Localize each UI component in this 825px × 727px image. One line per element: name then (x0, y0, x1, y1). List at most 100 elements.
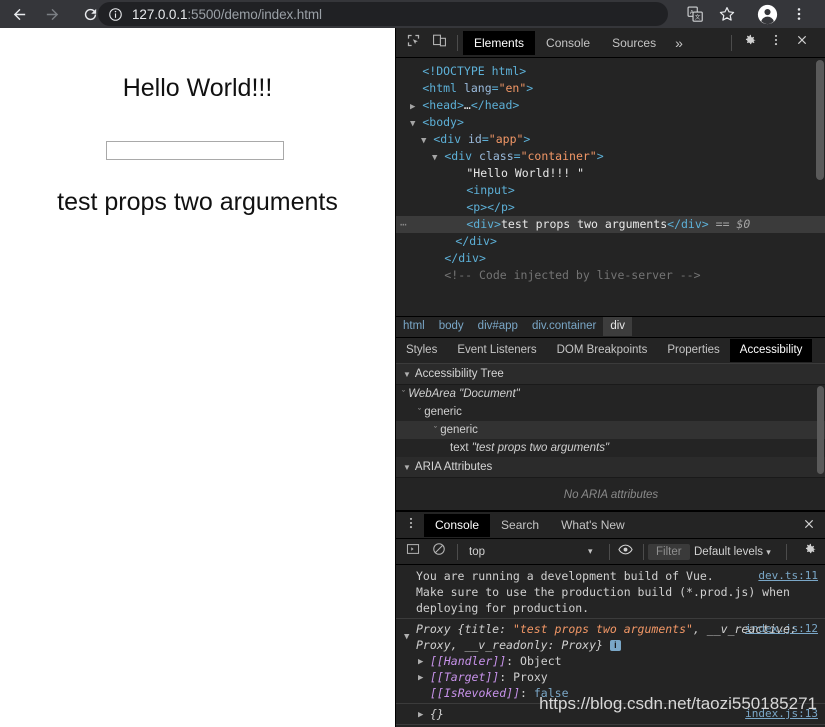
drawer-tab-search[interactable]: Search (490, 514, 550, 537)
info-badge-icon[interactable]: i (609, 640, 621, 651)
devtools-close-button[interactable] (789, 30, 815, 56)
console-divider-1 (457, 543, 458, 560)
triangle-right-icon[interactable]: ▶ (418, 654, 423, 670)
chevron-down-icon[interactable]: ▾ (588, 546, 593, 557)
chrome-menu-icon[interactable] (787, 2, 811, 26)
console-settings-button[interactable] (796, 539, 822, 565)
device-toolbar-icon (432, 33, 447, 53)
accessibility-node[interactable]: ˇ generic (396, 421, 825, 439)
console-object-property[interactable]: [[IsRevoked]]: false (416, 685, 825, 701)
dom-node[interactable]: ▼ <div class="container"> (396, 148, 825, 165)
console-levels-selector[interactable]: Default levels ▾ (694, 546, 771, 558)
dom-node[interactable]: ▶ <input> (396, 182, 825, 199)
dom-node[interactable]: ▶ <!DOCTYPE html> (396, 63, 825, 80)
console-divider-2 (609, 543, 610, 560)
triangle-down-icon[interactable]: ▼ (432, 153, 437, 163)
sidebar-tab-event-listeners[interactable]: Event Listeners (447, 339, 546, 362)
triangle-right-icon[interactable]: ▶ (418, 707, 423, 723)
dom-node[interactable]: ▼ <body> (396, 114, 825, 131)
triangle-down-icon[interactable]: ▼ (421, 136, 426, 146)
close-icon (795, 33, 809, 52)
console-object-property[interactable]: ▶ [[Target]]: Proxy (416, 669, 825, 685)
aria-attributes-header[interactable]: ▼ ARIA Attributes (396, 457, 825, 478)
dom-node[interactable]: ▶ </div> (396, 250, 825, 267)
dom-node[interactable]: ▶ </div> (396, 233, 825, 250)
console-source-link[interactable]: dev.ts:11 (758, 568, 818, 584)
drawer-more-button[interactable] (398, 512, 424, 538)
drawer-tab-whats-new[interactable]: What's New (550, 514, 636, 537)
breadcrumb-item-0[interactable]: html (396, 317, 432, 336)
breadcrumb-item-3[interactable]: div.container (525, 317, 603, 336)
dom-node[interactable]: ▶ <head>…</head> (396, 97, 825, 114)
triangle-right-icon[interactable]: ▶ (418, 670, 423, 686)
translate-icon[interactable]: A 文 (683, 2, 707, 26)
devtools-tab-sources[interactable]: Sources (601, 31, 667, 55)
dom-tree-scrollbar[interactable] (816, 60, 824, 180)
dom-tree[interactable]: ▶ <!DOCTYPE html>▶ <html lang="en">▶ <he… (396, 59, 825, 314)
console-object-property[interactable]: ▶ [[Handler]]: Object (416, 653, 825, 669)
console-message[interactable]: dev.ts:11 You are running a development b… (396, 566, 825, 619)
devtools-more-button[interactable] (763, 30, 789, 56)
page-heading: Hello World!!! (122, 74, 273, 102)
page-text-input[interactable] (106, 141, 284, 160)
inspect-element-button[interactable] (400, 30, 426, 56)
more-tabs-button[interactable]: » (667, 35, 691, 51)
dom-node-selected[interactable]: ⋯▶ <div>test props two arguments</div> =… (396, 216, 825, 233)
sidebar-tab-properties[interactable]: Properties (657, 339, 729, 362)
dom-node[interactable]: ▶ <!-- Code injected by live-server --> (396, 267, 825, 284)
console-message[interactable]: index.js:13 ▶{} (396, 704, 825, 725)
console-message-list[interactable]: dev.ts:11 You are running a development b… (396, 566, 825, 727)
triangle-right-icon[interactable]: ▶ (410, 102, 415, 112)
device-toolbar-button[interactable] (426, 30, 452, 56)
site-info-icon[interactable] (108, 7, 123, 22)
breadcrumb-item-2[interactable]: div#app (471, 317, 525, 336)
dom-node[interactable]: ▼ <div id="app"> (396, 131, 825, 148)
chevron-down-icon-2: ▾ (766, 546, 771, 557)
chevron-down-icon[interactable]: ˇ (418, 407, 421, 417)
chevron-down-icon[interactable]: ˇ (402, 389, 405, 399)
console-object-header[interactable]: ▼ Proxy {title: "test props two arguments… (404, 621, 825, 653)
live-expression-button[interactable] (612, 539, 638, 565)
breadcrumb-item-4[interactable]: div (603, 317, 633, 336)
drawer-tab-console[interactable]: Console (424, 513, 491, 537)
console-sidebar-button[interactable] (400, 539, 426, 565)
profile-avatar-icon[interactable] (755, 2, 779, 26)
triangle-down-icon[interactable]: ▼ (404, 629, 409, 645)
accessibility-tree-header[interactable]: ▼ Accessibility Tree (396, 364, 825, 385)
console-context-selector[interactable]: top (469, 546, 485, 558)
page-props-text: test props two arguments (57, 188, 338, 216)
accessibility-node[interactable]: ˇ WebArea "Document" (396, 385, 825, 403)
console-filter-input[interactable]: Filter (648, 543, 690, 560)
accessibility-node[interactable]: text "test props two arguments" (396, 439, 825, 457)
drawer-tabbar: Console Search What's New (396, 512, 825, 539)
settings-gear-icon (742, 33, 757, 53)
back-button[interactable] (5, 0, 33, 28)
clear-console-button[interactable] (426, 539, 452, 565)
sidebar-tab-styles[interactable]: Styles (396, 339, 447, 362)
chevron-down-icon[interactable]: ˇ (434, 425, 437, 435)
dom-node[interactable]: ▶ <p></p> (396, 199, 825, 216)
accessibility-tree-nodes[interactable]: ˇ WebArea "Document" ˇ generic ˇ generic te… (396, 385, 825, 457)
forward-button[interactable] (38, 0, 66, 28)
accessibility-scrollbar[interactable] (817, 386, 824, 474)
console-object-collapsed[interactable]: ▶{} (416, 706, 825, 722)
dom-node[interactable]: ▶ "Hello World!!! " (396, 165, 825, 182)
accessibility-tree-label: Accessibility Tree (414, 368, 504, 380)
drawer-close-button[interactable] (796, 513, 822, 539)
sidebar-tab-dom-breakpoints[interactable]: DOM Breakpoints (547, 339, 658, 362)
breadcrumb-item-1[interactable]: body (432, 317, 471, 336)
dom-node[interactable]: ▶ <html lang="en"> (396, 80, 825, 97)
live-expression-eye-icon (617, 542, 633, 562)
console-message[interactable]: index.js:12 ▼ Proxy {title: "test props tw… (396, 619, 825, 704)
accessibility-node[interactable]: ˇ generic (396, 403, 825, 421)
devtools-tab-console[interactable]: Console (535, 31, 601, 55)
row-actions-icon[interactable]: ⋯ (400, 216, 408, 233)
bookmark-star-icon[interactable] (715, 2, 739, 26)
devtools-settings-button[interactable] (737, 30, 763, 56)
address-bar[interactable]: 127.0.0.1:5500/demo/index.html (98, 2, 668, 26)
sidebar-tab-accessibility[interactable]: Accessibility (729, 338, 813, 362)
triangle-down-icon-2: ▼ (403, 463, 411, 472)
reload-icon (82, 6, 99, 23)
devtools-tab-elements[interactable]: Elements (463, 30, 536, 55)
triangle-down-icon[interactable]: ▼ (410, 119, 415, 129)
